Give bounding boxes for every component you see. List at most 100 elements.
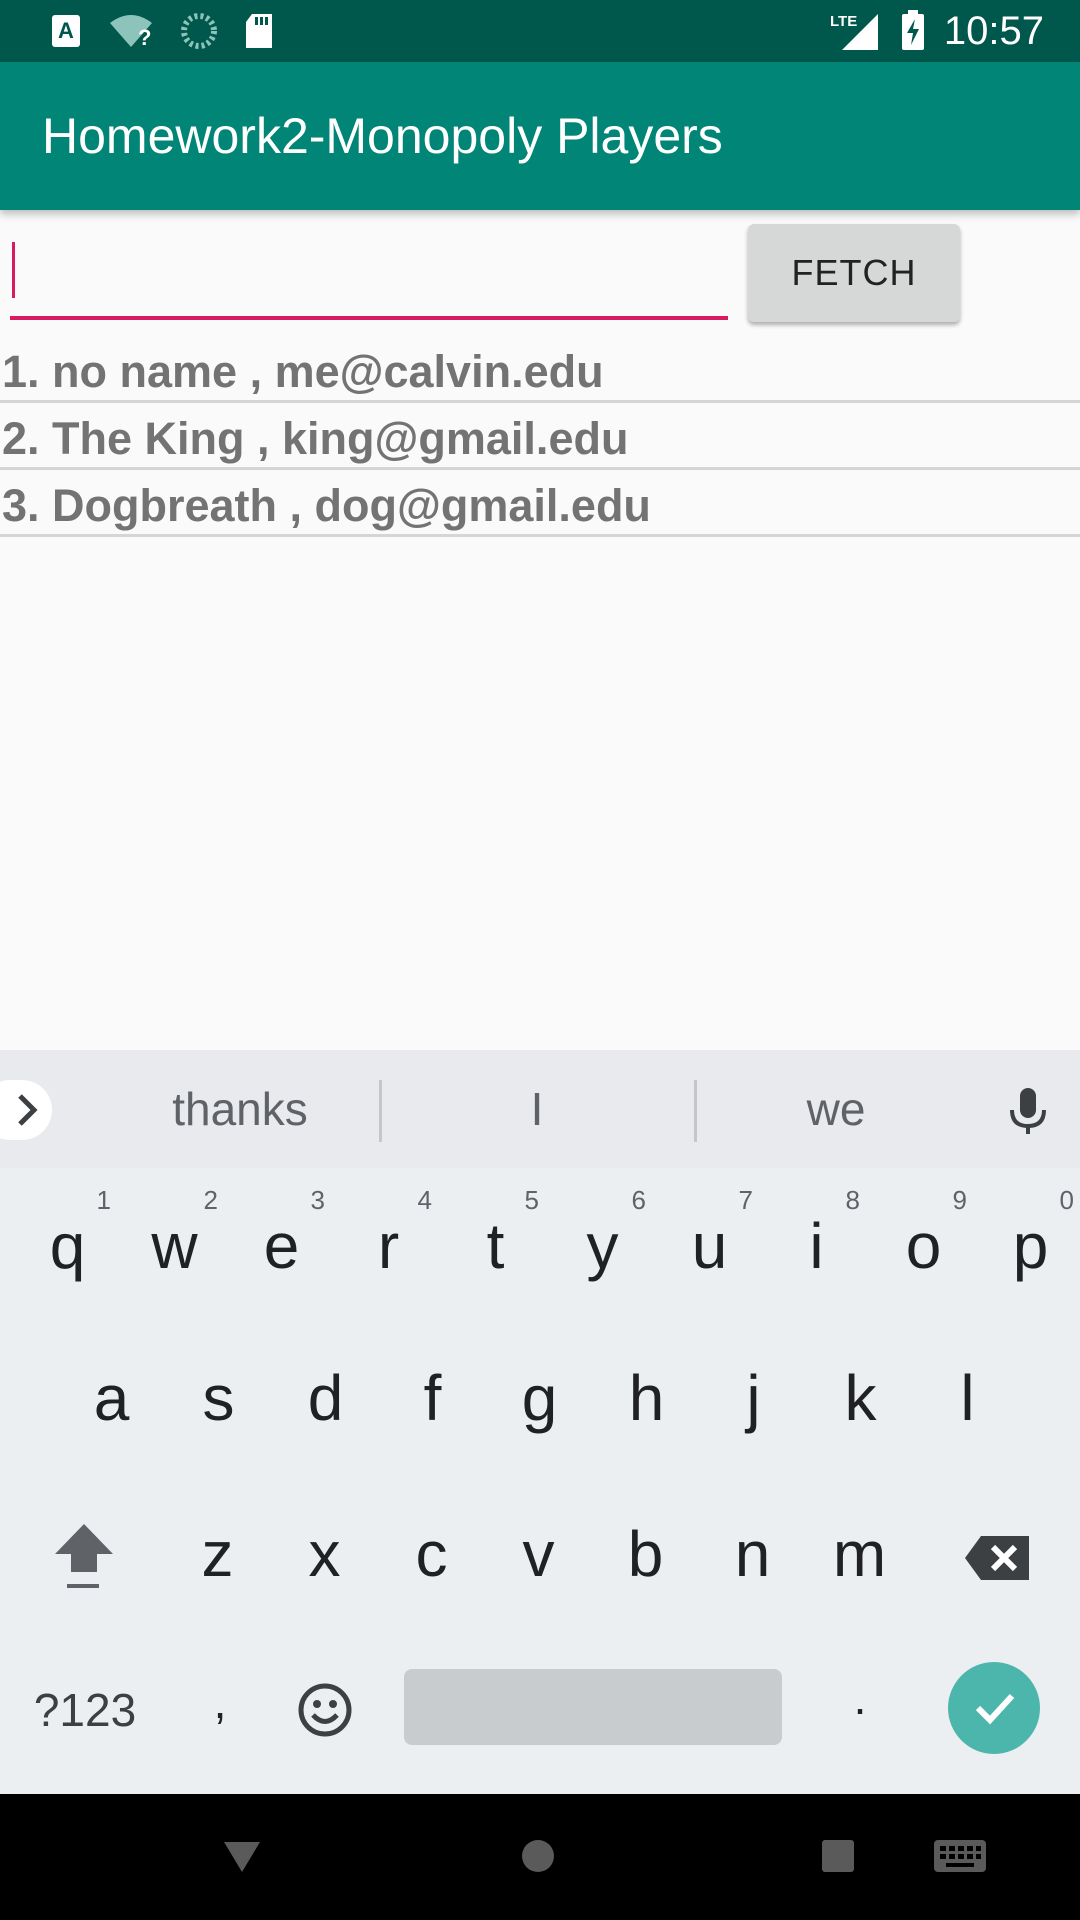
- home-icon[interactable]: [520, 1838, 556, 1874]
- key-label: w: [151, 1210, 198, 1282]
- checkmark-icon: [975, 1693, 1015, 1725]
- list-item[interactable]: 2. The King , king@gmail.edu: [0, 403, 1080, 470]
- suggestion-divider: [379, 1080, 382, 1142]
- key-t[interactable]: t5: [442, 1185, 549, 1306]
- key-v[interactable]: v: [485, 1494, 592, 1614]
- key-label: b: [627, 1518, 664, 1590]
- key-p[interactable]: p0: [977, 1185, 1080, 1306]
- key-label: i: [809, 1210, 824, 1282]
- key-number-hint: 0: [1059, 1185, 1074, 1215]
- battery-charging-icon: [901, 10, 924, 50]
- suggestion-divider: [694, 1080, 697, 1142]
- emoji-key[interactable]: [288, 1650, 362, 1770]
- key-j[interactable]: j: [700, 1338, 807, 1458]
- app-title: Homework2-Monopoly Players: [42, 108, 723, 164]
- key-label: l: [960, 1362, 975, 1434]
- list-item[interactable]: 1. no name , me@calvin.edu: [0, 336, 1080, 403]
- suggestion-1[interactable]: thanks: [90, 1050, 390, 1168]
- key-label: e: [263, 1210, 300, 1282]
- key-w[interactable]: w2: [121, 1185, 228, 1306]
- key-number-hint: 4: [417, 1185, 432, 1215]
- recents-icon[interactable]: [820, 1838, 856, 1874]
- key-y[interactable]: y6: [549, 1185, 656, 1306]
- loading-icon: [181, 13, 217, 49]
- key-m[interactable]: m: [806, 1494, 913, 1614]
- symbols-key[interactable]: ?123: [20, 1650, 150, 1770]
- key-k[interactable]: k: [807, 1338, 914, 1458]
- key-number-hint: 7: [738, 1185, 753, 1215]
- key-label: v: [522, 1518, 555, 1590]
- svg-text:?: ?: [138, 25, 151, 49]
- key-x[interactable]: x: [271, 1494, 378, 1614]
- expand-toolbar-button[interactable]: [0, 1080, 52, 1140]
- key-h[interactable]: h: [593, 1338, 700, 1458]
- key-number-hint: 2: [203, 1185, 218, 1215]
- key-u[interactable]: u7: [656, 1185, 763, 1306]
- fetch-button[interactable]: FETCH: [748, 224, 960, 322]
- wifi-question-icon: ?: [110, 15, 152, 49]
- key-number-hint: 6: [631, 1185, 646, 1215]
- key-c[interactable]: c: [378, 1494, 485, 1614]
- suggestion-3[interactable]: we: [700, 1050, 972, 1168]
- key-label: t: [486, 1210, 505, 1282]
- key-r[interactable]: r4: [335, 1185, 442, 1306]
- key-label: c: [415, 1518, 448, 1590]
- key-z[interactable]: z: [164, 1494, 271, 1614]
- player-input[interactable]: [10, 232, 728, 316]
- key-l[interactable]: l: [914, 1338, 1021, 1458]
- microphone-icon[interactable]: [1006, 1086, 1050, 1141]
- key-b[interactable]: b: [592, 1494, 699, 1614]
- key-a[interactable]: a: [58, 1338, 165, 1458]
- key-label: s: [202, 1362, 235, 1434]
- sd-card-icon: [246, 14, 272, 48]
- key-e[interactable]: e3: [228, 1185, 335, 1306]
- key-label: r: [377, 1210, 400, 1282]
- chevron-right-icon: [18, 1094, 38, 1126]
- key-label: u: [691, 1210, 728, 1282]
- key-label: f: [423, 1362, 442, 1434]
- key-label: o: [905, 1210, 942, 1282]
- key-f[interactable]: f: [379, 1338, 486, 1458]
- emoji-icon: [298, 1683, 352, 1737]
- backspace-icon: [965, 1536, 1029, 1580]
- keyboard-switch-icon[interactable]: [932, 1838, 988, 1874]
- period-key[interactable]: .: [830, 1638, 890, 1758]
- key-d[interactable]: d: [272, 1338, 379, 1458]
- key-label: h: [628, 1362, 665, 1434]
- key-number-hint: 1: [96, 1185, 111, 1215]
- key-i[interactable]: i8: [763, 1185, 870, 1306]
- a-notification-icon: A: [52, 15, 80, 47]
- key-label: y: [586, 1210, 619, 1282]
- shift-icon: [55, 1524, 113, 1588]
- clock: 10:57: [943, 8, 1044, 53]
- key-label: a: [93, 1362, 130, 1434]
- key-number-hint: 3: [310, 1185, 325, 1215]
- key-n[interactable]: n: [699, 1494, 806, 1614]
- navigation-bar: [0, 1794, 1080, 1920]
- key-label: p: [1012, 1210, 1049, 1282]
- shift-key[interactable]: [44, 1496, 124, 1616]
- key-number-hint: 9: [952, 1185, 967, 1215]
- key-number-hint: 8: [845, 1185, 860, 1215]
- key-label: g: [521, 1362, 558, 1434]
- text-cursor: [12, 242, 15, 298]
- signal-icon: LTE: [830, 13, 878, 50]
- key-label: n: [734, 1518, 771, 1590]
- space-bar[interactable]: [404, 1669, 782, 1745]
- key-q[interactable]: q1: [14, 1185, 121, 1306]
- key-s[interactable]: s: [165, 1338, 272, 1458]
- back-icon[interactable]: [220, 1836, 264, 1876]
- player-list: 1. no name , me@calvin.edu 2. The King , …: [0, 336, 1080, 537]
- list-item[interactable]: 3. Dogbreath , dog@gmail.edu: [0, 470, 1080, 537]
- key-o[interactable]: o9: [870, 1185, 977, 1306]
- suggestion-2[interactable]: I: [392, 1050, 682, 1168]
- backspace-key[interactable]: [952, 1496, 1044, 1616]
- done-key[interactable]: [948, 1662, 1040, 1754]
- key-g[interactable]: g: [486, 1338, 593, 1458]
- soft-keyboard: thanks I we q1w2e3r4t5y6u7i8o9p0 asdfghj…: [0, 1050, 1080, 1794]
- svg-text:A: A: [58, 18, 74, 43]
- key-label: x: [308, 1518, 341, 1590]
- key-label: j: [746, 1362, 761, 1434]
- comma-key[interactable]: ,: [190, 1642, 250, 1762]
- input-underline: [10, 316, 728, 320]
